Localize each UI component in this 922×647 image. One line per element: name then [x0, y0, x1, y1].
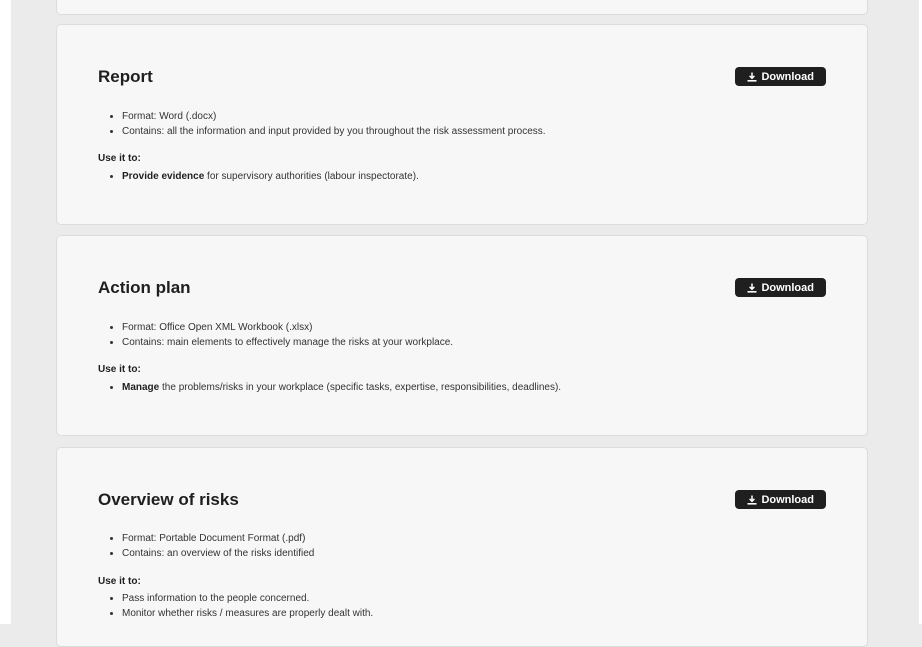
use-item: Provide evidence for supervisory authori…: [122, 169, 419, 184]
card-title: Action plan: [98, 278, 191, 297]
use-item-bold: Provide evidence: [122, 171, 205, 182]
format-item: Format: Word (.docx): [122, 109, 546, 124]
use-list: Pass information to the people concerned…: [98, 591, 373, 621]
use-item-text: for supervisory authorities (labour insp…: [204, 171, 419, 182]
action-plan-download-button[interactable]: Download: [735, 278, 826, 297]
info-list: Format: Portable Document Format (.pdf) …: [98, 531, 314, 561]
format-item: Format: Office Open XML Workbook (.xlsx): [122, 320, 453, 335]
use-label: Use it to:: [98, 576, 141, 587]
download-icon: [747, 495, 757, 505]
overview-card: Overview of risks Download Format: Porta…: [56, 447, 868, 647]
info-list: Format: Office Open XML Workbook (.xlsx)…: [98, 320, 453, 350]
use-list: Provide evidence for supervisory authori…: [98, 169, 419, 184]
use-item: Pass information to the people concerned…: [122, 591, 373, 606]
card-title: Overview of risks: [98, 490, 239, 509]
report-download-button[interactable]: Download: [735, 67, 826, 86]
contains-item: Contains: main elements to effectively m…: [122, 335, 453, 350]
report-card: Report Download Format: Word (.docx) Con…: [56, 24, 868, 225]
use-item-bold: Manage: [122, 382, 160, 393]
download-label: Download: [761, 70, 814, 83]
action-plan-card: Action plan Download Format: Office Open…: [56, 235, 868, 436]
card-title: Report: [98, 67, 153, 86]
format-item: Format: Portable Document Format (.pdf): [122, 531, 314, 546]
use-item-text: the problems/risks in your workplace (sp…: [159, 382, 562, 393]
previous-card: [56, 0, 868, 15]
use-label: Use it to:: [98, 364, 141, 375]
left-margin: [0, 0, 11, 624]
overview-download-button[interactable]: Download: [735, 490, 826, 509]
info-list: Format: Word (.docx) Contains: all the i…: [98, 109, 546, 139]
use-item: Monitor whether risks / measures are pro…: [122, 606, 373, 621]
use-list: Manage the problems/risks in your workpl…: [98, 380, 561, 395]
download-label: Download: [761, 493, 814, 506]
download-icon: [747, 283, 757, 293]
contains-item: Contains: an overview of the risks ident…: [122, 546, 314, 561]
main-content: Report Download Format: Word (.docx) Con…: [11, 0, 919, 647]
download-label: Download: [761, 281, 814, 294]
use-item: Manage the problems/risks in your workpl…: [122, 380, 561, 395]
download-icon: [747, 72, 757, 82]
contains-item: Contains: all the information and input …: [122, 124, 546, 139]
use-label: Use it to:: [98, 153, 141, 164]
